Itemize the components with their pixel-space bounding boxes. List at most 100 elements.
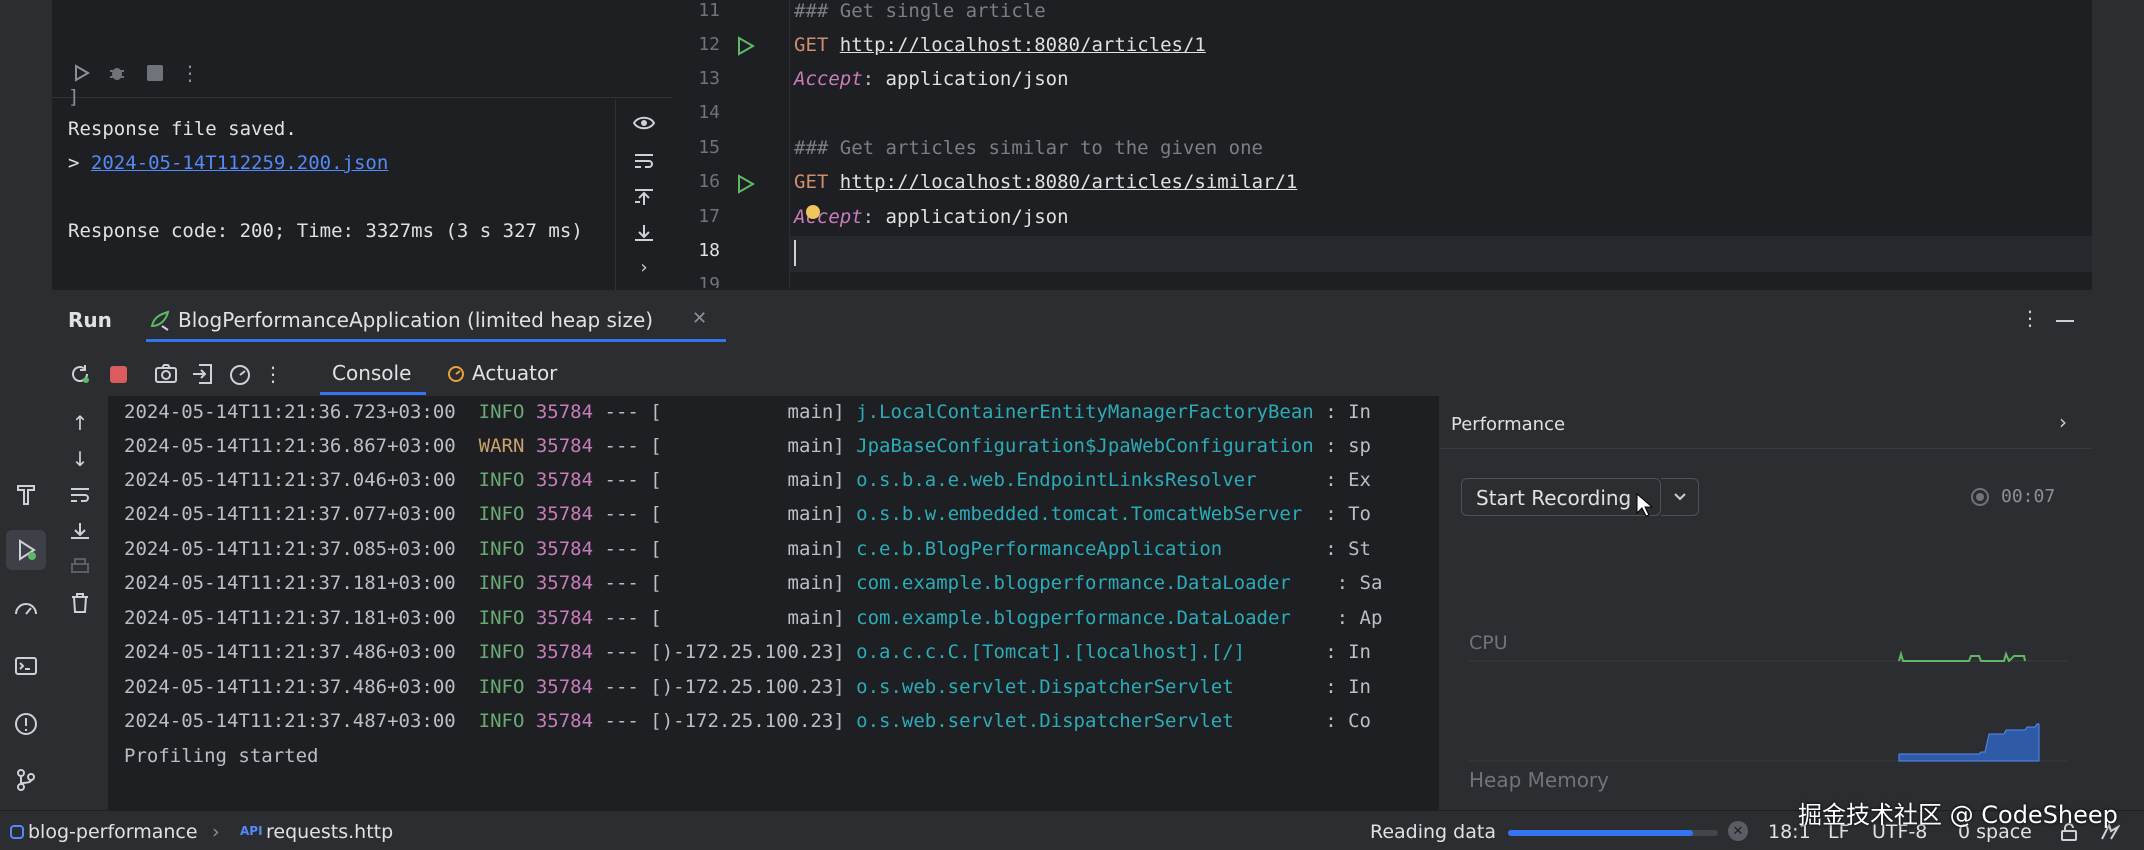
reading-data-label: Reading data (1370, 821, 1496, 843)
code-request-line[interactable]: GET http://localhost:8080/articles/simil… (794, 171, 1297, 193)
structure-icon[interactable] (6, 474, 46, 514)
chevron-right-icon[interactable]: › (630, 254, 658, 280)
run-tool-icon[interactable] (6, 530, 46, 570)
reading-progress-fill (1508, 830, 1693, 836)
chevron-down-icon (1673, 493, 1686, 501)
heap-memory-chart (1469, 723, 2069, 762)
header-value: application/json (885, 206, 1069, 228)
close-tab-icon[interactable]: ✕ (692, 308, 707, 329)
run-icon[interactable] (68, 60, 94, 86)
request-url[interactable]: http://localhost:8080/articles/1 (840, 34, 1206, 56)
minimize-icon[interactable] (2056, 320, 2074, 322)
stop-icon[interactable] (104, 360, 132, 388)
rerun-icon[interactable] (66, 360, 94, 388)
soft-wrap-icon[interactable] (66, 482, 94, 508)
eye-icon[interactable] (630, 110, 658, 136)
breadcrumb-file[interactable]: requests.http (266, 821, 393, 843)
log-line: 2024-05-14T11:21:36.723+03:00 INFO 35784… (124, 401, 1371, 423)
response-code-text: Response code: 200; Time: 3327ms (3 s 32… (68, 220, 583, 242)
git-icon[interactable] (6, 760, 46, 800)
log-line: 2024-05-14T11:21:37.181+03:00 INFO 35784… (124, 572, 1383, 594)
line-number: 13 (698, 68, 720, 89)
print-icon[interactable] (66, 554, 94, 580)
more-options-icon[interactable]: ⋮ (2020, 306, 2040, 330)
more-options-icon[interactable]: ⋮ (263, 360, 283, 388)
record-indicator-icon (1971, 488, 1989, 506)
log-line: 2024-05-14T11:21:37.077+03:00 INFO 35784… (124, 503, 1371, 525)
exit-icon[interactable] (188, 360, 216, 388)
soft-wrap-icon[interactable] (630, 148, 658, 174)
arrow-down-icon[interactable]: ↓ (66, 446, 94, 472)
response-saved-text: Response file saved. (68, 118, 297, 140)
line-number: 16 (698, 171, 720, 192)
text-caret (794, 240, 796, 266)
problems-icon[interactable] (6, 704, 46, 744)
response-file-link[interactable]: 2024-05-14T112259.200.json (91, 152, 388, 174)
line-number: 12 (698, 34, 720, 55)
camera-icon[interactable] (152, 360, 180, 388)
run-tool-header: Run BlogPerformanceApplication (limited … (52, 290, 2092, 352)
run-window-title: Run (68, 308, 112, 332)
profiler-icon[interactable] (6, 588, 46, 628)
code-comment[interactable]: ### Get articles similar to the given on… (794, 137, 1263, 159)
tab-console[interactable]: Console (332, 361, 411, 385)
http-file-badge: API (240, 824, 263, 838)
tab-actuator[interactable]: Actuator (472, 361, 557, 385)
scroll-end-icon[interactable] (66, 518, 94, 544)
breadcrumb-project[interactable]: blog-performance (28, 821, 198, 843)
run-config-tab-label: BlogPerformanceApplication (limited heap… (178, 308, 654, 332)
terminal-icon[interactable] (6, 646, 46, 686)
chevron-right-icon[interactable]: › (2059, 410, 2067, 434)
header-separator: : (862, 68, 886, 90)
response-console-panel (52, 0, 672, 290)
right-tool-strip (2092, 0, 2144, 810)
activity-bar (0, 0, 52, 810)
log-line: 2024-05-14T11:21:36.867+03:00 WARN 35784… (124, 435, 1371, 457)
code-request-line[interactable]: GET http://localhost:8080/articles/1 (794, 34, 1206, 56)
cpu-label: CPU (1469, 632, 1508, 654)
log-line: 2024-05-14T11:21:37.046+03:00 INFO 35784… (124, 469, 1371, 491)
stop-icon[interactable] (142, 60, 168, 86)
line-number: 11 (698, 0, 720, 21)
header-separator: : (862, 206, 886, 228)
code-header-line[interactable]: Accept: application/json (794, 206, 1069, 228)
performance-panel: Performance › Start Recording 00:07 CPU … (1438, 396, 2093, 810)
log-line: 2024-05-14T11:21:37.486+03:00 INFO 35784… (124, 676, 1371, 698)
bulb-icon[interactable] (806, 205, 820, 219)
start-recording-button[interactable]: Start Recording (1461, 478, 1661, 516)
heap-memory-label: Heap Memory (1469, 768, 1609, 792)
header-key: Accept (794, 68, 863, 90)
line-number: 15 (698, 137, 720, 158)
line-number: 19 (698, 274, 720, 288)
run-request-icon[interactable] (734, 173, 756, 195)
request-url[interactable]: http://localhost:8080/articles/similar/1 (840, 171, 1298, 193)
performance-title: Performance (1451, 414, 1566, 435)
response-side-tools: › (615, 100, 672, 290)
http-method: GET (794, 171, 829, 193)
run-config-tab[interactable]: BlogPerformanceApplication (limited heap… (146, 300, 726, 342)
reading-progress-bar (1508, 830, 1718, 836)
debug-icon[interactable] (104, 60, 130, 86)
line-number: 18 (698, 240, 720, 261)
code-header-line[interactable]: Accept: application/json (794, 68, 1069, 90)
recording-dropdown[interactable] (1661, 478, 1699, 516)
current-line-highlight (790, 236, 2092, 272)
response-prompt: > (68, 152, 91, 174)
profiler-icon[interactable] (226, 360, 254, 388)
code-comment[interactable]: ### Get single article (794, 0, 1046, 22)
start-recording-label: Start Recording (1476, 486, 1632, 510)
console-tab-underline (320, 392, 426, 395)
arrow-up-icon[interactable]: ↑ (66, 410, 94, 436)
scroll-top-icon[interactable] (630, 184, 658, 210)
mouse-cursor-icon (1636, 492, 1653, 517)
line-number: 17 (698, 206, 720, 227)
more-options-icon[interactable]: ⋮ (180, 60, 200, 86)
trash-icon[interactable] (66, 590, 94, 616)
header-key: Accept (794, 206, 863, 228)
scroll-end-icon[interactable] (630, 220, 658, 246)
cancel-progress-icon[interactable]: ✕ (1728, 821, 1748, 841)
cpu-chart (1469, 650, 2069, 662)
run-toolbar: ⋮ Console Actuator (52, 352, 2092, 396)
header-value: application/json (885, 68, 1069, 90)
run-request-icon[interactable] (734, 35, 756, 57)
